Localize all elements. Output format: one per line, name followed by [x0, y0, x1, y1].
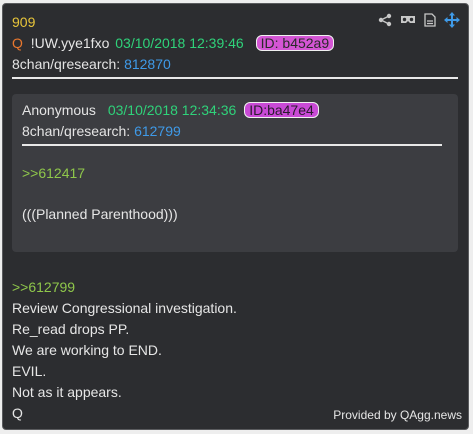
- q-marker: Q: [12, 35, 23, 51]
- quoted-reply-link[interactable]: >>612417: [22, 164, 85, 182]
- quoted-text: (((Planned Parenthood))): [22, 206, 178, 222]
- quoted-post-id-link[interactable]: 612799: [134, 123, 181, 139]
- document-icon[interactable]: [424, 13, 436, 27]
- body-line: Not as it appears.: [12, 384, 122, 400]
- post-timestamp: 03/10/2018 12:39:46: [115, 35, 244, 51]
- quoted-timestamp: 03/10/2018 12:34:36: [107, 102, 237, 118]
- post-card: 909 Q !UW.yye1fxo 03/10/2018 12:39:46 ID…: [2, 3, 469, 430]
- tripcode: !UW.yye1fxo: [30, 35, 110, 51]
- quoted-post: Anonymous 03/10/2018 12:34:36 ID:ba47e4 …: [12, 94, 458, 252]
- post-toolbar: [378, 12, 460, 28]
- share-icon[interactable]: [378, 13, 392, 27]
- body-line: We are working to END.: [12, 342, 162, 358]
- reply-link[interactable]: >>612799: [12, 278, 75, 296]
- body-line: Review Congressional investigation.: [12, 300, 237, 316]
- quoted-meta: Anonymous 03/10/2018 12:34:36 ID:ba47e4: [22, 101, 319, 119]
- board-name: 8chan/qresearch:: [12, 56, 121, 72]
- quoted-board: 8chan/qresearch: 612799: [22, 122, 181, 140]
- quoted-board-name: 8chan/qresearch:: [22, 123, 131, 139]
- quoted-author: Anonymous: [22, 102, 96, 118]
- post-id-link[interactable]: 812870: [124, 56, 171, 72]
- id-badge[interactable]: ID: b452a9: [255, 35, 335, 51]
- body-line: EVIL.: [12, 363, 47, 379]
- post-number[interactable]: 909: [12, 13, 35, 31]
- vr-glasses-icon[interactable]: [400, 14, 416, 26]
- quoted-id-badge[interactable]: ID:ba47e4: [244, 102, 319, 118]
- body-line: Re_read drops PP.: [12, 321, 130, 337]
- header-divider: [12, 77, 458, 79]
- move-arrows-icon[interactable]: [444, 12, 460, 28]
- post-meta: Q !UW.yye1fxo 03/10/2018 12:39:46 ID: b4…: [12, 34, 335, 52]
- footer-credit: Provided by QAgg.news: [333, 408, 462, 422]
- signature: Q: [12, 405, 23, 421]
- post-board: 8chan/qresearch: 812870: [12, 55, 171, 73]
- quoted-divider: [22, 144, 442, 146]
